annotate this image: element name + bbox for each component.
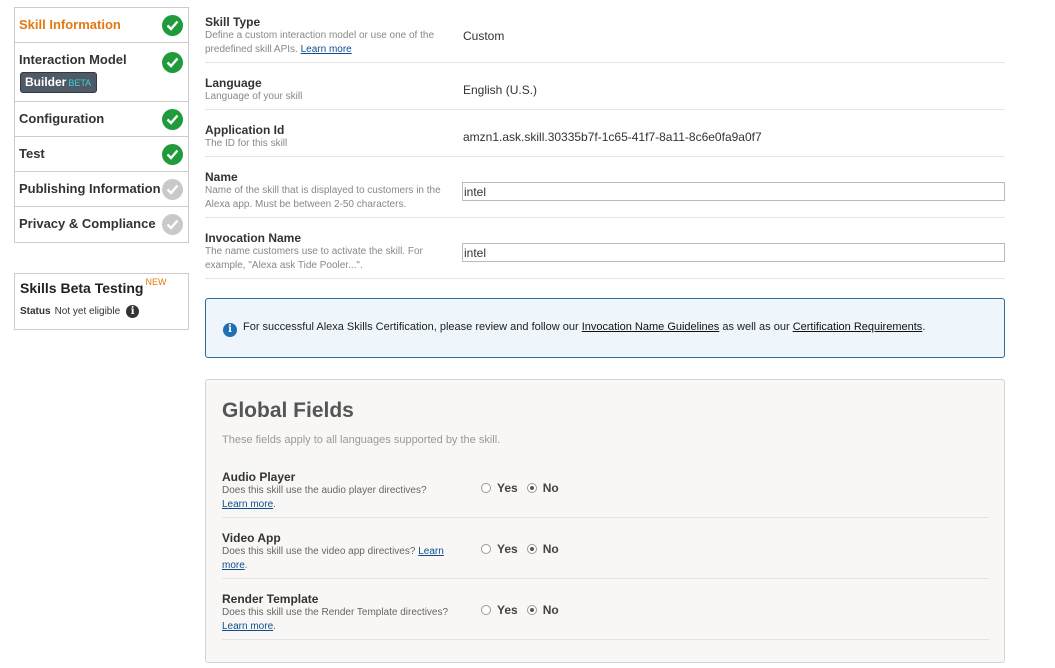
- notice-text-end: .: [922, 321, 926, 333]
- sidebar-item-label: Test: [19, 146, 45, 161]
- sidebar-item-publishing-information[interactable]: Publishing Information: [15, 172, 188, 207]
- no-radio[interactable]: [526, 544, 537, 554]
- video-app-radio-group: Yes No: [481, 542, 568, 556]
- sidebar-item-label: Skill Information: [19, 17, 121, 32]
- render-template-desc-text: Does this skill use the Render Template …: [222, 607, 449, 618]
- skill-type-desc: Define a custom interaction model or use…: [205, 29, 460, 57]
- language-row: Language Language of your skill English …: [205, 63, 1005, 110]
- application-id-value: amzn1.ask.skill.30335b7f-1c65-41f7-8a11-…: [463, 130, 762, 144]
- no-label: No: [542, 481, 559, 495]
- render-template-label: Render Template: [222, 592, 319, 606]
- no-label: No: [542, 603, 559, 617]
- beta-testing-title-text: Skills Beta Testing: [20, 280, 144, 296]
- sidebar-item-skill-information[interactable]: Skill Information: [15, 8, 188, 43]
- video-app-row: Video App Does this skill use the video …: [222, 531, 989, 579]
- global-fields-panel: Global Fields These fields apply to all …: [205, 379, 1005, 663]
- skill-type-value: Custom: [463, 29, 505, 43]
- name-desc: Name of the skill that is displayed to c…: [205, 185, 441, 210]
- check-circle-icon: [162, 15, 183, 36]
- sidebar-nav: Skill Information Interaction Model Buil…: [14, 7, 189, 243]
- check-circle-icon: [162, 214, 183, 235]
- invocation-name-row: Invocation Name The name customers use t…: [205, 218, 1005, 279]
- status-label: Status: [20, 306, 51, 317]
- builder-label: Builder: [25, 75, 67, 89]
- yes-radio[interactable]: [481, 605, 491, 615]
- learn-more-link[interactable]: Learn more: [222, 499, 273, 510]
- check-circle-icon: [162, 109, 183, 130]
- check-circle-icon: [162, 179, 183, 200]
- new-badge: NEW: [145, 277, 167, 287]
- skills-beta-testing-panel: Skills Beta Testing NEW Status Not yet el…: [14, 273, 189, 330]
- application-id-row: Application Id The ID for this skill amz…: [205, 110, 1005, 157]
- audio-player-desc: Does this skill use the audio player dir…: [222, 485, 427, 510]
- check-circle-icon: [162, 144, 183, 165]
- sidebar-item-test[interactable]: Test: [15, 137, 188, 172]
- audio-player-radio-group: Yes No: [481, 481, 568, 495]
- invocation-name-desc: The name customers use to activate the s…: [205, 246, 423, 271]
- invocation-name-input[interactable]: [462, 243, 1005, 262]
- learn-more-link[interactable]: Learn: [418, 546, 444, 557]
- yes-radio[interactable]: [481, 483, 491, 493]
- sidebar-item-interaction-model[interactable]: Interaction Model Builder BETA: [15, 43, 188, 102]
- sidebar-item-label: Privacy & Compliance: [19, 216, 156, 231]
- skill-type-row: Skill Type Define a custom interaction m…: [205, 0, 1005, 63]
- sidebar-item-privacy-compliance[interactable]: Privacy & Compliance: [15, 207, 188, 242]
- language-label: Language: [205, 76, 262, 90]
- language-desc: Language of your skill: [205, 91, 303, 102]
- skill-type-label: Skill Type: [205, 15, 261, 29]
- beta-testing-title: Skills Beta Testing NEW: [20, 277, 183, 296]
- learn-more-link[interactable]: Learn more: [222, 621, 273, 632]
- info-icon[interactable]: i: [126, 305, 140, 318]
- notice-text-mid: as well as our: [722, 321, 790, 333]
- learn-more-link[interactable]: Learn more: [301, 44, 352, 55]
- render-template-radio-group: Yes No: [481, 603, 568, 617]
- render-template-row: Render Template Does this skill use the …: [222, 592, 989, 640]
- sidebar-item-label: Interaction Model: [19, 52, 127, 67]
- builder-beta-button[interactable]: Builder BETA: [20, 72, 98, 93]
- no-label: No: [542, 542, 559, 556]
- application-id-desc: The ID for this skill: [205, 138, 288, 149]
- notice-text: For successful Alexa Skills Certificatio…: [243, 321, 579, 333]
- beta-tag: BETA: [68, 78, 92, 88]
- video-app-label: Video App: [222, 531, 281, 545]
- beta-status: Status Not yet eligible i: [20, 305, 183, 318]
- check-circle-icon: [162, 52, 183, 73]
- invocation-name-guidelines-link[interactable]: Invocation Name Guidelines: [582, 321, 720, 333]
- no-radio[interactable]: [526, 483, 537, 493]
- video-app-desc-text: Does this skill use the video app direct…: [222, 546, 416, 557]
- sidebar-item-label: Publishing Information: [19, 181, 161, 196]
- global-fields-title: Global Fields: [222, 399, 354, 422]
- audio-player-label: Audio Player: [222, 470, 296, 484]
- yes-radio[interactable]: [481, 544, 491, 554]
- yes-label: Yes: [497, 481, 518, 495]
- sidebar-item-label: Configuration: [19, 111, 105, 126]
- yes-label: Yes: [497, 542, 518, 556]
- language-value: English (U.S.): [463, 83, 538, 97]
- learn-more-link-cont[interactable]: more: [222, 560, 245, 571]
- certification-notice: i For successful Alexa Skills Certificati…: [205, 298, 1005, 358]
- certification-requirements-link[interactable]: Certification Requirements: [793, 321, 923, 333]
- audio-player-row: Audio Player Does this skill use the aud…: [222, 470, 989, 518]
- global-fields-subtitle: These fields apply to all languages supp…: [222, 434, 501, 446]
- status-value: Not yet eligible: [54, 306, 121, 317]
- render-template-desc: Does this skill use the Render Template …: [222, 607, 449, 632]
- info-icon: i: [223, 323, 237, 337]
- sidebar-item-configuration[interactable]: Configuration: [15, 102, 188, 137]
- name-input[interactable]: [462, 182, 1005, 201]
- skill-information-form: Skill Type Define a custom interaction m…: [205, 0, 1005, 279]
- video-app-desc: Does this skill use the video app direct…: [222, 546, 444, 571]
- no-radio[interactable]: [526, 605, 537, 615]
- audio-player-desc-text: Does this skill use the audio player dir…: [222, 485, 427, 496]
- name-row: Name Name of the skill that is displayed…: [205, 157, 1005, 218]
- yes-label: Yes: [497, 603, 518, 617]
